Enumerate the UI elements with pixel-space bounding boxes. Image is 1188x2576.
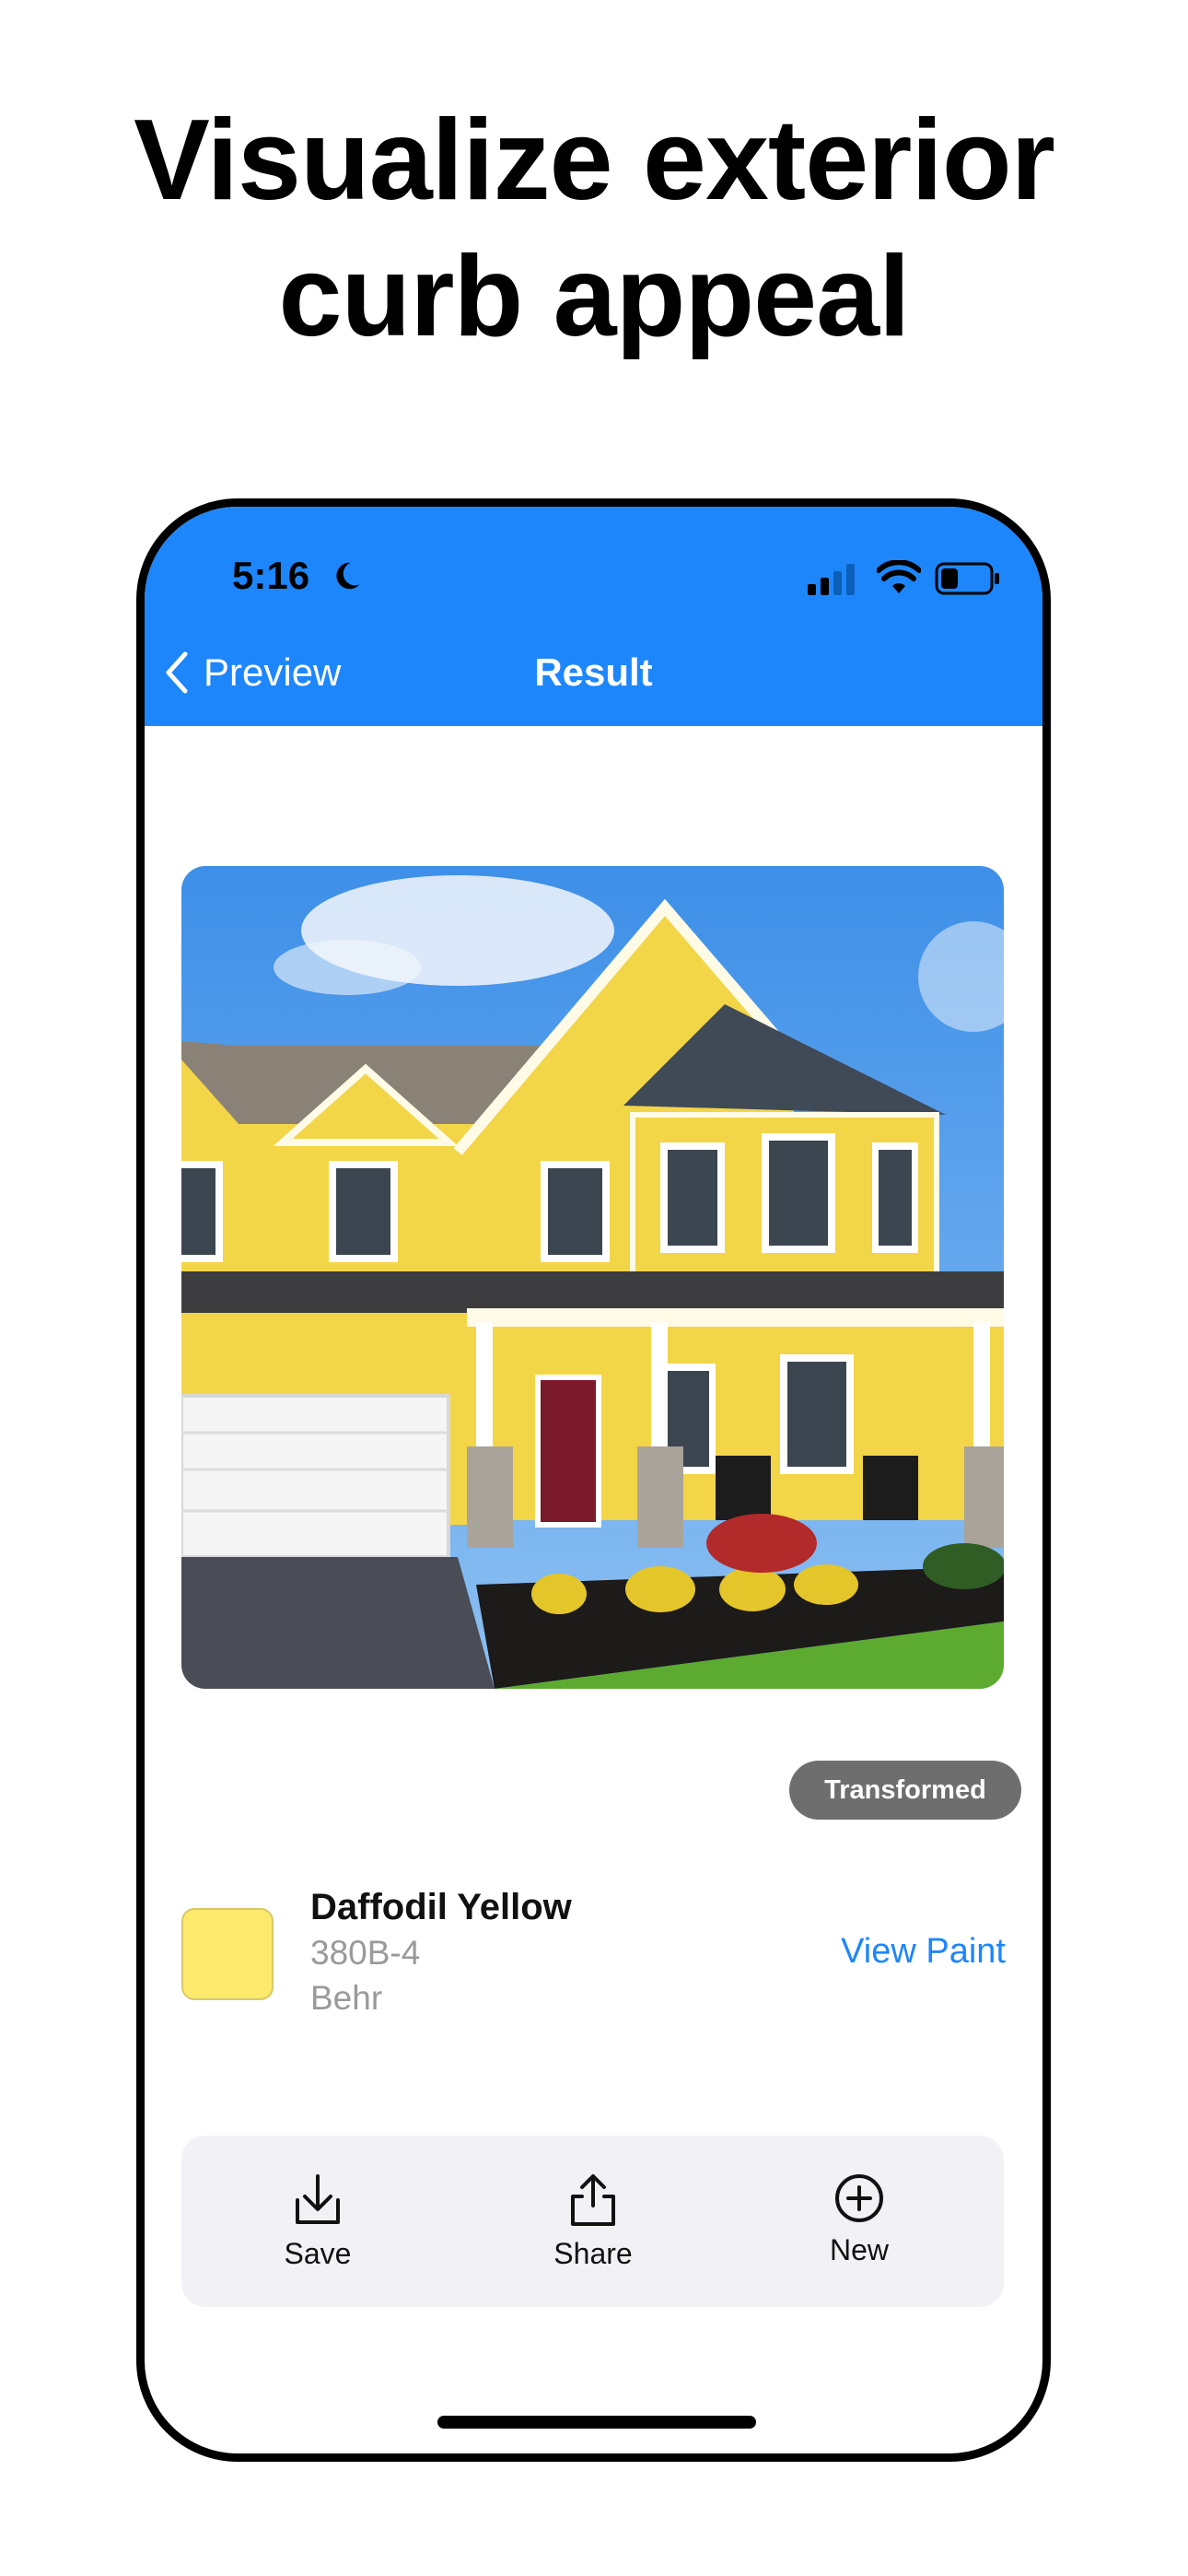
- wifi-icon: [877, 560, 921, 593]
- phone-frame: 5:16 Preview Result Transformed Daffodil…: [136, 498, 1051, 2462]
- headline-line-1: Visualize exterior: [134, 97, 1055, 224]
- plus-circle-icon: [835, 2174, 883, 2222]
- share-label: Share: [553, 2237, 633, 2270]
- paint-name: Daffodil Yellow: [310, 1887, 572, 1927]
- battery-icon: [935, 562, 999, 595]
- action-bar: Save Share New: [181, 2136, 1004, 2307]
- share-icon: [571, 2174, 615, 2226]
- house-illustration: [181, 866, 1004, 1689]
- paint-brand: Behr: [310, 1979, 383, 2017]
- save-button[interactable]: Save: [226, 2172, 410, 2271]
- result-image: [181, 866, 1004, 1689]
- cellular-signal-icon: [808, 564, 855, 595]
- new-button[interactable]: New: [767, 2172, 951, 2267]
- download-icon: [296, 2174, 340, 2224]
- status-time: 5:16: [232, 554, 310, 597]
- new-label: New: [829, 2233, 889, 2266]
- color-swatch: [181, 1908, 274, 2000]
- share-button[interactable]: Share: [501, 2172, 685, 2271]
- headline-line-2: curb appeal: [278, 233, 911, 360]
- paint-code: 380B-4: [310, 1934, 421, 1972]
- save-label: Save: [284, 2237, 352, 2270]
- headline: Visualize exterior curb appeal: [0, 92, 1188, 365]
- page-title: Result: [534, 650, 653, 694]
- home-indicator: [437, 2416, 756, 2429]
- view-paint-link[interactable]: View Paint: [841, 1932, 1006, 1972]
- navigation-bar: 5:16 Preview Result: [145, 507, 1042, 726]
- moon-icon: [336, 562, 360, 590]
- transformed-badge: Transformed: [789, 1761, 1021, 1820]
